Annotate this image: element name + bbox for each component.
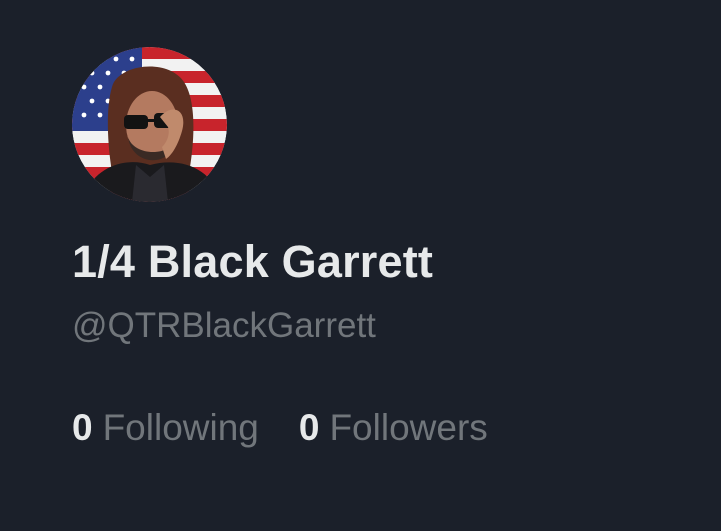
- display-name: 1/4 Black Garrett: [72, 236, 434, 287]
- profile-card: 1/4 Black Garrett @QTRBlackGarrett 0 Fol…: [0, 0, 721, 531]
- following-label: Following: [102, 407, 259, 448]
- profile-handle: @QTRBlackGarrett: [72, 306, 376, 345]
- profile-stats: 0 Following 0 Followers: [72, 405, 528, 451]
- following-count: 0: [72, 407, 93, 448]
- followers-link[interactable]: 0 Followers: [299, 405, 488, 451]
- avatar-image: [72, 47, 227, 202]
- followers-count: 0: [298, 407, 320, 448]
- followers-label: Followers: [329, 407, 488, 448]
- avatar[interactable]: [72, 47, 227, 202]
- following-link[interactable]: 0 Following: [72, 405, 259, 451]
